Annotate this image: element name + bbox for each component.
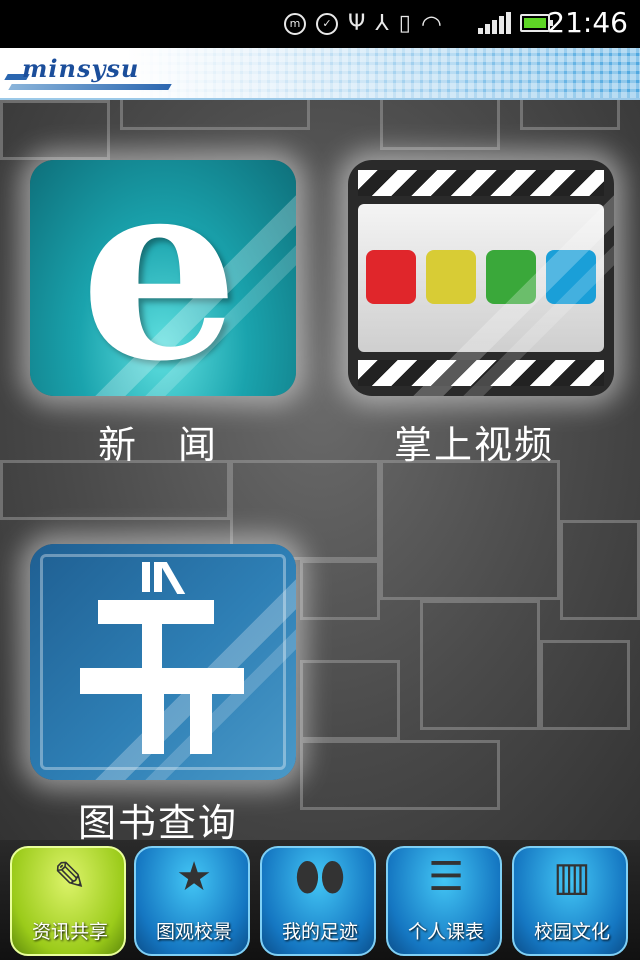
footprints-icon: ⬮⬮ [294,854,346,900]
share-icon: ⅄ [375,11,389,36]
bg-tile [300,740,500,810]
bottom-nav: ✎ 资讯共享 ★ 图观校景 ⬮⬮ 我的足迹 ☰ 个人课表 ▥ 校园文化 [0,840,640,960]
nav-footprints[interactable]: ⬮⬮ 我的足迹 [260,846,376,956]
header-banner: minsysu [0,48,640,100]
nav-label: 资讯共享 [31,921,108,943]
status-icons: m ✓ Ψ ⅄ ▯ ◠ [284,8,442,40]
bg-tile [0,460,230,520]
app-logo: minsysu [22,54,140,83]
nav-campus-view[interactable]: ★ 图观校景 [134,846,250,956]
status-time: 21:46 [547,6,628,39]
bg-tile [380,100,500,150]
app-video[interactable]: 掌上视频 [348,160,614,467]
book-stack-icon [30,544,296,780]
app-library[interactable]: 图书查询 [30,544,296,840]
gate-icon: ▥ [553,854,591,900]
signal-icon [478,12,511,34]
nav-campus-culture[interactable]: ▥ 校园文化 [512,846,628,956]
nav-news-share[interactable]: ✎ 资讯共享 [10,846,126,956]
bg-tile [300,660,400,740]
status-bar: m ✓ Ψ ⅄ ▯ ◠ 21:46 [0,0,640,48]
news-e-icon: e [30,160,296,396]
bg-tile [560,520,640,620]
vibrate-icon: ▯ [398,11,411,36]
calendar-icon: ☰ [428,854,464,900]
bg-tile [540,640,630,730]
app-news[interactable]: e 新 闻 [30,160,296,467]
bg-tile [120,100,310,130]
app-video-label: 掌上视频 [394,423,555,467]
film-star-icon: ★ [176,854,212,900]
nav-label: 图观校景 [155,921,232,943]
bg-tile [420,600,540,730]
battery-icon [520,14,553,32]
scroll-icon: ✎ [53,854,87,900]
app-news-label: 新 闻 [98,423,219,467]
logo-underline [8,84,172,90]
app-grid: e 新 闻 掌上视频 [0,100,640,840]
bg-tile [0,100,110,160]
app-library-label: 图书查询 [78,801,239,840]
nav-timetable[interactable]: ☰ 个人课表 [386,846,502,956]
video-clapper-icon [348,160,614,396]
bg-tile [520,100,620,130]
check-circle-icon: ✓ [316,13,338,35]
usb-icon: Ψ [348,11,366,36]
nav-label: 校园文化 [533,921,610,943]
nav-label: 个人课表 [407,921,484,943]
nav-label: 我的足迹 [281,921,358,943]
m-notification-icon: m [284,13,306,35]
bg-tile [380,460,560,600]
wifi-icon: ◠ [420,10,442,38]
bg-tile [300,560,380,620]
